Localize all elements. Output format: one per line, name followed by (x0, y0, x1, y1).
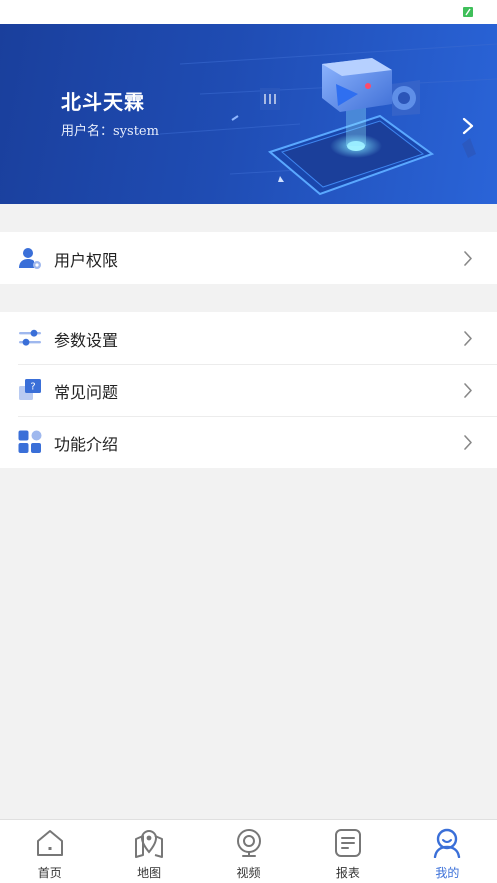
map-pin-icon (135, 830, 164, 858)
menu-item-label: 用户权限 (54, 251, 119, 270)
chevron-right-icon (464, 383, 472, 398)
menu-group-account: 用户权限 (0, 232, 497, 284)
company-name: 北斗天霖 (61, 90, 145, 114)
battery-charging-icon (463, 7, 473, 17)
bottom-tab-bar: 首页 地图 视频 报表 我的 (0, 819, 497, 883)
tab-label: 视频 (236, 866, 261, 880)
sliders-icon (19, 329, 41, 346)
tab-label: 首页 (37, 866, 62, 880)
tab-home[interactable]: 首页 (0, 820, 99, 883)
menu-item-label: 常见问题 (54, 383, 119, 402)
apps-grid-icon (18, 430, 42, 453)
menu-item-faq[interactable]: ? 常见问题 (0, 364, 497, 416)
home-icon (36, 830, 63, 856)
menu-item-feature-intro[interactable]: 功能介绍 (0, 416, 497, 468)
menu-group-settings: 参数设置 ? 常见问题 功能介绍 (0, 312, 497, 468)
user-permission-icon (19, 248, 41, 269)
username-value: system (113, 124, 159, 139)
tab-label: 报表 (335, 866, 360, 880)
faq-icon: ? (19, 379, 41, 400)
profile-banner[interactable]: 北斗天霖 用户名：system (0, 24, 497, 204)
report-icon (334, 829, 361, 857)
tab-mine[interactable]: 我的 (398, 820, 497, 883)
status-bar (0, 0, 497, 24)
tab-label: 地图 (137, 866, 162, 880)
menu-item-user-permission[interactable]: 用户权限 (0, 232, 497, 284)
chevron-right-icon (464, 331, 472, 346)
profile-icon (434, 828, 461, 858)
menu-item-label: 功能介绍 (54, 435, 119, 454)
chevron-right-icon (464, 251, 472, 266)
tab-report[interactable]: 报表 (298, 820, 397, 883)
camera-icon (236, 829, 261, 857)
username-label: 用户名： (61, 124, 114, 139)
menu-item-parameter-settings[interactable]: 参数设置 (0, 312, 497, 364)
tab-label: 我的 (435, 866, 460, 880)
svg-text:?: ? (30, 382, 35, 393)
tab-map[interactable]: 地图 (99, 820, 198, 883)
chevron-right-icon[interactable] (461, 117, 475, 135)
tab-video[interactable]: 视频 (199, 820, 298, 883)
username-line: 用户名：system (61, 120, 159, 139)
chevron-right-icon (464, 435, 472, 450)
menu-item-label: 参数设置 (54, 331, 119, 350)
